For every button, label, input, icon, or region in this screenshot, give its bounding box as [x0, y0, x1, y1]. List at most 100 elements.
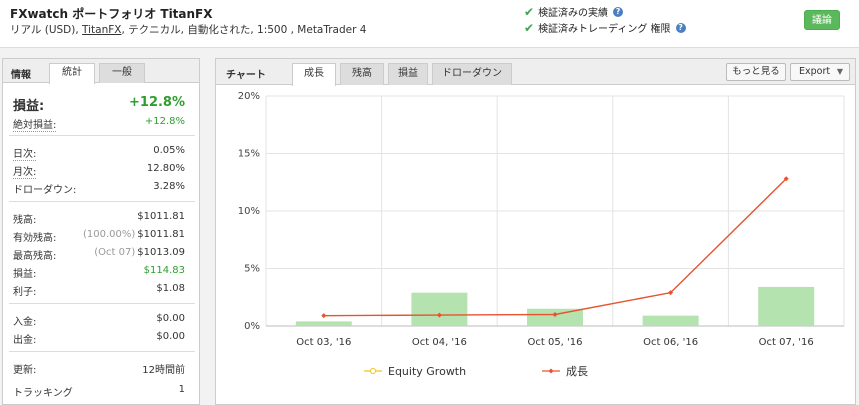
- equity-label: 有効残高:: [13, 233, 57, 244]
- divider: [9, 351, 195, 352]
- drawdown-label: ドローダウン:: [13, 185, 77, 196]
- chart-bar: [295, 321, 352, 326]
- broker-link[interactable]: TitanFX: [82, 24, 121, 36]
- y-tick-label: 20%: [238, 91, 260, 102]
- help-icon[interactable]: ?: [675, 22, 686, 33]
- y-axis-ticks: 0% 5% 10% 15% 20%: [238, 91, 260, 332]
- verified-track-label: 検証済みの実績: [538, 8, 609, 19]
- tab-general[interactable]: 一般: [99, 63, 145, 83]
- chart-label: チャート: [226, 70, 266, 81]
- x-tick-label: Oct 03, '16: [296, 337, 351, 348]
- gain-value: +12.8%: [129, 95, 185, 110]
- legend-growth-label: 成長: [566, 365, 588, 378]
- x-axis-ticks: Oct 03, '16 Oct 04, '16 Oct 05, '16 Oct 06,…: [296, 337, 813, 348]
- withdraw-value: $0.00: [156, 331, 185, 342]
- tab-drawdown[interactable]: ドローダウン: [432, 63, 512, 85]
- daily-row: 日次: 0.05%: [13, 145, 185, 161]
- account-title: FXwatch ポートフォリオ TitanFX: [10, 7, 213, 21]
- x-tick-label: Oct 05, '16: [527, 337, 582, 348]
- legend-growth-marker: [548, 368, 554, 374]
- tracking-row: トラッキング 1: [13, 384, 185, 399]
- tab-balance[interactable]: 残高: [340, 63, 384, 85]
- profit-value: $114.83: [143, 265, 185, 276]
- balance-row: 残高: $1011.81: [13, 211, 185, 226]
- tracking-value: 1: [178, 384, 185, 395]
- more-button[interactable]: もっと見る: [726, 63, 786, 81]
- export-dropdown[interactable]: Export ▼: [790, 63, 850, 81]
- updated-value: 12時間前: [142, 365, 185, 376]
- info-panel: 情報 統計 一般 損益: +12.8% 絶対損益: +12.8% 日次: 0.0…: [2, 58, 200, 405]
- x-tick-label: Oct 06, '16: [643, 337, 698, 348]
- legend-equity-marker: [370, 368, 376, 374]
- growth-chart: 0%5%10%15%20% Oct 03, '16 Oct 04, '16 Oct …: [238, 91, 845, 378]
- abs-gain-label: 絶対損益:: [13, 116, 57, 132]
- verified-permission-label: 検証済みトレーディング 権限: [538, 24, 671, 35]
- chart-legend: Equity Growth 成長: [364, 365, 588, 378]
- tab-growth[interactable]: 成長: [292, 63, 336, 86]
- interest-row: 利子: $1.08: [13, 283, 185, 298]
- x-tick-label: Oct 04, '16: [412, 337, 467, 348]
- account-subtitle: リアル (USD), TitanFX, テクニカル, 自動化された, 1:500…: [10, 22, 366, 37]
- deposit-row: 入金: $0.00: [13, 313, 185, 328]
- withdraw-row: 出金: $0.00: [13, 331, 185, 346]
- tab-profit[interactable]: 損益: [388, 63, 428, 85]
- subtitle-prefix: リアル (USD),: [10, 24, 79, 36]
- monthly-row: 月次: 12.80%: [13, 163, 185, 179]
- chart-bar: [642, 315, 699, 326]
- y-tick-label: 10%: [238, 206, 260, 217]
- chart-line: [321, 176, 789, 319]
- monthly-label: 月次:: [13, 163, 37, 179]
- account-header: FXwatch ポートフォリオ TitanFX リアル (USD), Titan…: [0, 0, 859, 48]
- highest-row: 最高残高: (Oct 07) $1013.09: [13, 247, 185, 262]
- profit-label: 損益:: [13, 269, 37, 280]
- y-tick-label: 0%: [244, 321, 260, 332]
- interest-label: 利子:: [13, 287, 37, 298]
- equity-value: $1011.81: [137, 229, 185, 240]
- chart-grid: [265, 95, 845, 327]
- chevron-down-icon: ▼: [836, 67, 843, 76]
- info-tabs: 情報 統計 一般: [3, 59, 199, 84]
- subtitle-suffix: , テクニカル, 自動化された, 1:500 , MetaTrader 4: [121, 24, 367, 36]
- divider: [9, 303, 195, 304]
- monthly-value: 12.80%: [146, 163, 185, 174]
- chart-panel: チャート 成長 残高 損益 ドローダウン もっと見る Export ▼ 0% 5%…: [215, 58, 856, 405]
- check-icon: ✔: [524, 4, 535, 19]
- help-icon[interactable]: ?: [613, 6, 624, 17]
- highest-note: (Oct 07): [94, 247, 136, 258]
- drawdown-row: ドローダウン: 3.28%: [13, 181, 185, 196]
- updated-label: 更新:: [13, 365, 37, 376]
- x-tick-label: Oct 07, '16: [759, 337, 814, 348]
- profit-row: 損益: $114.83: [13, 265, 185, 280]
- divider: [9, 201, 195, 202]
- tab-stats[interactable]: 統計: [49, 63, 95, 84]
- info-label: 情報: [11, 70, 31, 81]
- chart-bar: [758, 286, 815, 326]
- chart-bars: [295, 286, 815, 326]
- balance-value: $1011.81: [137, 211, 185, 222]
- legend-equity-label: Equity Growth: [388, 365, 466, 378]
- tracking-label: トラッキング: [13, 388, 73, 399]
- growth-point: [321, 313, 327, 319]
- gain-row: 損益: +12.8%: [13, 95, 185, 114]
- chart-bar: [411, 292, 468, 326]
- gain-label: 損益:: [13, 99, 45, 114]
- highest-value: $1013.09: [137, 247, 185, 258]
- equity-note: (100.00%): [82, 229, 136, 240]
- divider: [9, 135, 195, 136]
- y-tick-label: 15%: [238, 149, 260, 160]
- verified-track-record: ✔ 検証済みの実績 ?: [524, 4, 624, 19]
- deposit-value: $0.00: [156, 313, 185, 324]
- check-icon: ✔: [524, 20, 535, 35]
- abs-gain-row: 絶対損益: +12.8%: [13, 116, 185, 132]
- discuss-button[interactable]: 議論: [804, 10, 840, 30]
- daily-label: 日次:: [13, 145, 37, 161]
- equity-row: 有効残高: (100.00%) $1011.81: [13, 229, 185, 244]
- drawdown-value: 3.28%: [153, 181, 185, 192]
- chart-tabs: チャート 成長 残高 損益 ドローダウン もっと見る Export ▼: [216, 59, 855, 86]
- verified-trading-permission: ✔ 検証済みトレーディング 権限 ?: [524, 20, 686, 35]
- abs-gain-value: +12.8%: [144, 116, 185, 127]
- export-label: Export: [799, 66, 831, 77]
- balance-label: 残高:: [13, 215, 37, 226]
- deposit-label: 入金:: [13, 317, 37, 328]
- interest-value: $1.08: [156, 283, 185, 294]
